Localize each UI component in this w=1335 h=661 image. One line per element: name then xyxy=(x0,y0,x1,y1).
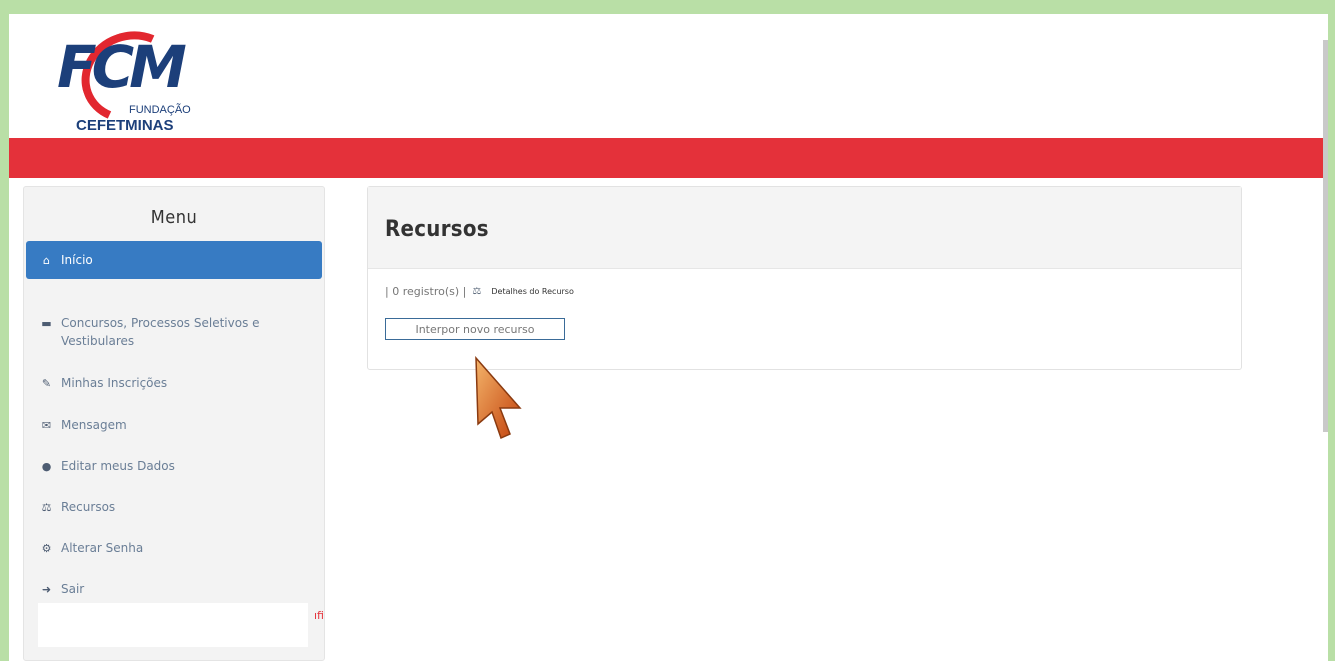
menu-title: Menu xyxy=(150,207,198,228)
sidebar-menu: Menu ⌂ Início ▬ Concursos, Processos Sel… xyxy=(23,186,325,661)
panel-header: Recursos xyxy=(368,187,1241,269)
user-icon: ● xyxy=(41,460,52,473)
sidebar-item-mensagem[interactable]: ✉ Mensagem xyxy=(24,414,324,455)
sidebar-item-minhas-inscricoes[interactable]: ✎ Minhas Inscrições xyxy=(24,372,324,414)
mouse-cursor-icon xyxy=(475,356,522,440)
sidebar-item-editar-dados[interactable]: ● Editar meus Dados xyxy=(24,455,324,496)
sidebar-item-label: Mensagem xyxy=(61,418,127,432)
sidebar-item-label: Editar meus Dados xyxy=(61,459,175,473)
sidebar-item-label: Alterar Senha xyxy=(61,541,144,555)
logo-subtitle-fundacao: FUNDAÇÃO xyxy=(129,104,191,116)
sidebar-notice: ıfi xyxy=(38,603,324,647)
records-count: | 0 registro(s) | xyxy=(385,285,467,298)
browser-viewport: FCM FUNDAÇÃO CEFETMINAS Menu ⌂ Início ▬ … xyxy=(9,14,1328,661)
notice-text-fragment: ıfi xyxy=(314,609,324,622)
logo-subtitle-cefetminas: CEFETMINAS xyxy=(76,117,174,134)
home-icon: ⌂ xyxy=(43,253,50,267)
detail-link[interactable]: ⚖ Detalhes do Recurso xyxy=(472,285,574,297)
sidebar-list: ▬ Concursos, Processos Seletivos e Vesti… xyxy=(24,312,324,608)
sidebar-item-recursos[interactable]: ⚖ Recursos xyxy=(24,496,324,537)
edit-icon: ✎ xyxy=(41,377,52,390)
sidebar-item-label: Recursos xyxy=(61,500,116,514)
page-scrollbar[interactable] xyxy=(1323,40,1328,432)
fcm-logo[interactable]: FCM FUNDAÇÃO CEFETMINAS xyxy=(57,17,217,140)
logo-wordmark: FCM xyxy=(57,33,187,101)
sidebar-item-alterar-senha[interactable]: ⚙ Alterar Senha xyxy=(24,537,324,578)
sidebar-item-label: Minhas Inscrições xyxy=(61,376,168,390)
site-header: FCM FUNDAÇÃO CEFETMINAS xyxy=(9,14,1328,138)
recursos-panel: Recursos | 0 registro(s) | ⚖ Detalhes do… xyxy=(367,186,1242,370)
sidebar-item-label: Sair xyxy=(61,582,85,596)
header-red-bar xyxy=(9,138,1328,178)
sidebar-item-label: Concursos, Processos Seletivos e Vestibu… xyxy=(61,316,260,348)
panel-body: | 0 registro(s) | ⚖ Detalhes do Recurso … xyxy=(368,269,1241,356)
folder-icon: ▬ xyxy=(41,317,52,330)
scale-icon: ⚖ xyxy=(472,285,482,297)
envelope-icon: ✉ xyxy=(41,419,52,432)
records-bar: | 0 registro(s) | ⚖ Detalhes do Recurso xyxy=(385,285,1224,298)
sign-out-icon: ➜ xyxy=(41,583,52,596)
gear-icon: ⚙ xyxy=(41,542,52,555)
sidebar-item-label: Início xyxy=(61,253,93,267)
page-title: Recursos xyxy=(385,217,489,242)
sidebar-item-inicio[interactable]: ⌂ Início xyxy=(26,241,322,279)
sidebar-item-concursos[interactable]: ▬ Concursos, Processos Seletivos e Vesti… xyxy=(24,312,324,372)
new-appeal-button[interactable]: Interpor novo recurso xyxy=(385,318,565,340)
scale-icon: ⚖ xyxy=(41,501,52,514)
detail-link-label: Detalhes do Recurso xyxy=(491,287,574,296)
